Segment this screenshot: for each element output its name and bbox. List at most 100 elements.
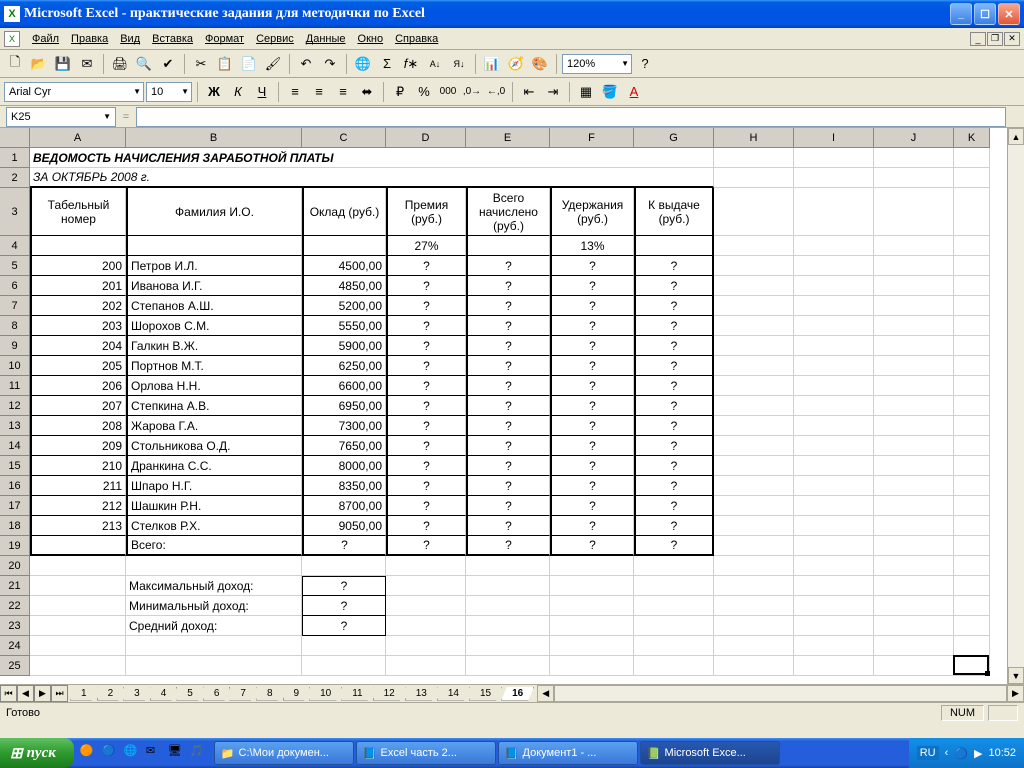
maximize-button[interactable]: ☐ [974, 3, 996, 25]
merge-center-button[interactable]: ⬌ [356, 81, 378, 103]
table-row[interactable]: 4850,00 [302, 276, 386, 296]
row-header-21[interactable]: 21 [0, 576, 30, 596]
ql-icon-4[interactable]: ✉ [146, 744, 164, 762]
tab-nav-last[interactable]: ⏭ [51, 685, 68, 702]
table-row[interactable]: 6250,00 [302, 356, 386, 376]
col-header-I[interactable]: I [794, 128, 874, 148]
italic-button[interactable]: К [227, 81, 249, 103]
tab-nav-prev[interactable]: ◀ [17, 685, 34, 702]
table-row[interactable]: 208 [30, 416, 126, 436]
menu-tools[interactable]: Сервис [256, 33, 294, 45]
table-row[interactable]: ? [634, 436, 714, 456]
table-row[interactable]: ? [466, 276, 550, 296]
col-header-F[interactable]: F [550, 128, 634, 148]
row-header-22[interactable]: 22 [0, 596, 30, 616]
fx-button[interactable]: f∗ [400, 53, 422, 75]
col-header-K[interactable]: K [954, 128, 990, 148]
column-headers[interactable]: ABCDEFGHIJK [30, 128, 990, 148]
col-header-D[interactable]: D [386, 128, 466, 148]
table-row[interactable]: Дранкина С.С. [126, 456, 302, 476]
sheet-title[interactable]: ВЕДОМОСТЬ НАЧИСЛЕНИЯ ЗАРАБОТНОЙ ПЛАТЫ [30, 148, 714, 168]
drawing-button[interactable]: 🎨 [529, 53, 551, 75]
clock[interactable]: 10:52 [988, 747, 1016, 759]
table-row[interactable]: ? [634, 396, 714, 416]
table-row[interactable]: 6600,00 [302, 376, 386, 396]
dec-indent-button[interactable]: ⇤ [518, 81, 540, 103]
col-header-A[interactable]: A [30, 128, 126, 148]
table-row[interactable]: ? [634, 456, 714, 476]
table-row[interactable]: ? [386, 496, 466, 516]
table-row[interactable]: ? [634, 476, 714, 496]
copy-button[interactable]: 📋 [214, 53, 236, 75]
comma-button[interactable]: 000 [437, 81, 459, 103]
table-row[interactable]: ? [550, 336, 634, 356]
row-header-7[interactable]: 7 [0, 296, 30, 316]
table-header-2[interactable]: Оклад (руб.) [302, 188, 386, 236]
sheet-tab-2[interactable]: 2 [97, 687, 125, 701]
table-row[interactable]: 211 [30, 476, 126, 496]
table-row[interactable]: Петров И.Л. [126, 256, 302, 276]
mdi-close[interactable]: ✕ [1004, 32, 1020, 46]
row-header-8[interactable]: 8 [0, 316, 30, 336]
sheet-tab-8[interactable]: 8 [256, 687, 284, 701]
row-header-19[interactable]: 19 [0, 536, 30, 556]
align-center-button[interactable]: ≡ [308, 81, 330, 103]
menu-help[interactable]: Справка [395, 33, 438, 45]
format-painter-button[interactable]: 🖌 [262, 53, 284, 75]
sheet-tab-7[interactable]: 7 [229, 687, 257, 701]
table-row[interactable]: ? [634, 276, 714, 296]
row-header-14[interactable]: 14 [0, 436, 30, 456]
autosum-button[interactable]: Σ [376, 53, 398, 75]
table-row[interactable]: 8700,00 [302, 496, 386, 516]
sort-desc-button[interactable]: Я↓ [448, 53, 470, 75]
row-header-3[interactable]: 3 [0, 188, 30, 236]
col-header-C[interactable]: C [302, 128, 386, 148]
table-row[interactable]: ? [466, 356, 550, 376]
undo-button[interactable]: ↶ [295, 53, 317, 75]
ql-icon-3[interactable]: 🌐 [124, 744, 142, 762]
row-header-15[interactable]: 15 [0, 456, 30, 476]
sheet-tab-15[interactable]: 15 [469, 687, 502, 701]
summary-label[interactable]: Средний доход: [126, 616, 302, 636]
table-row[interactable]: ? [634, 296, 714, 316]
scroll-left-button[interactable]: ◀ [537, 685, 554, 702]
language-indicator[interactable]: RU [917, 746, 939, 760]
zoom-combo[interactable]: 120%▼ [562, 54, 632, 74]
tray-icon-2[interactable]: 🔵 [954, 747, 968, 760]
hscroll-track[interactable] [554, 685, 1007, 702]
table-row[interactable]: ? [466, 516, 550, 536]
row-header-20[interactable]: 20 [0, 556, 30, 576]
menu-window[interactable]: Окно [358, 33, 384, 45]
table-row[interactable]: ? [466, 336, 550, 356]
sheet-tab-4[interactable]: 4 [150, 687, 178, 701]
new-button[interactable]: 🗋 [4, 53, 26, 75]
table-row[interactable]: ? [550, 376, 634, 396]
fill-color-button[interactable]: 🪣 [599, 81, 621, 103]
table-row[interactable]: 5200,00 [302, 296, 386, 316]
table-row[interactable]: ? [466, 376, 550, 396]
table-row[interactable]: 203 [30, 316, 126, 336]
table-row[interactable]: ? [550, 516, 634, 536]
ql-icon-2[interactable]: 🔵 [102, 744, 120, 762]
table-row[interactable]: ? [386, 336, 466, 356]
table-row[interactable]: Жарова Г.А. [126, 416, 302, 436]
row-header-1[interactable]: 1 [0, 148, 30, 168]
table-header-6[interactable]: К выдаче (руб.) [634, 188, 714, 236]
table-row[interactable]: 5900,00 [302, 336, 386, 356]
ql-icon-1[interactable]: 🟠 [80, 744, 98, 762]
currency-button[interactable]: ₽ [389, 81, 411, 103]
vertical-scrollbar[interactable]: ▲ ▼ [1007, 128, 1024, 684]
table-row[interactable]: 206 [30, 376, 126, 396]
table-row[interactable]: 201 [30, 276, 126, 296]
table-header-1[interactable]: Фамилия И.О. [126, 188, 302, 236]
table-header-0[interactable]: Табельный номер [30, 188, 126, 236]
table-row[interactable]: Шашкин Р.Н. [126, 496, 302, 516]
table-row[interactable]: ? [386, 396, 466, 416]
menu-data[interactable]: Данные [306, 33, 346, 45]
table-row[interactable]: 205 [30, 356, 126, 376]
table-row[interactable]: Степкина А.В. [126, 396, 302, 416]
table-row[interactable]: ? [634, 316, 714, 336]
table-row[interactable]: ? [466, 496, 550, 516]
table-row[interactable]: 8350,00 [302, 476, 386, 496]
row-header-9[interactable]: 9 [0, 336, 30, 356]
